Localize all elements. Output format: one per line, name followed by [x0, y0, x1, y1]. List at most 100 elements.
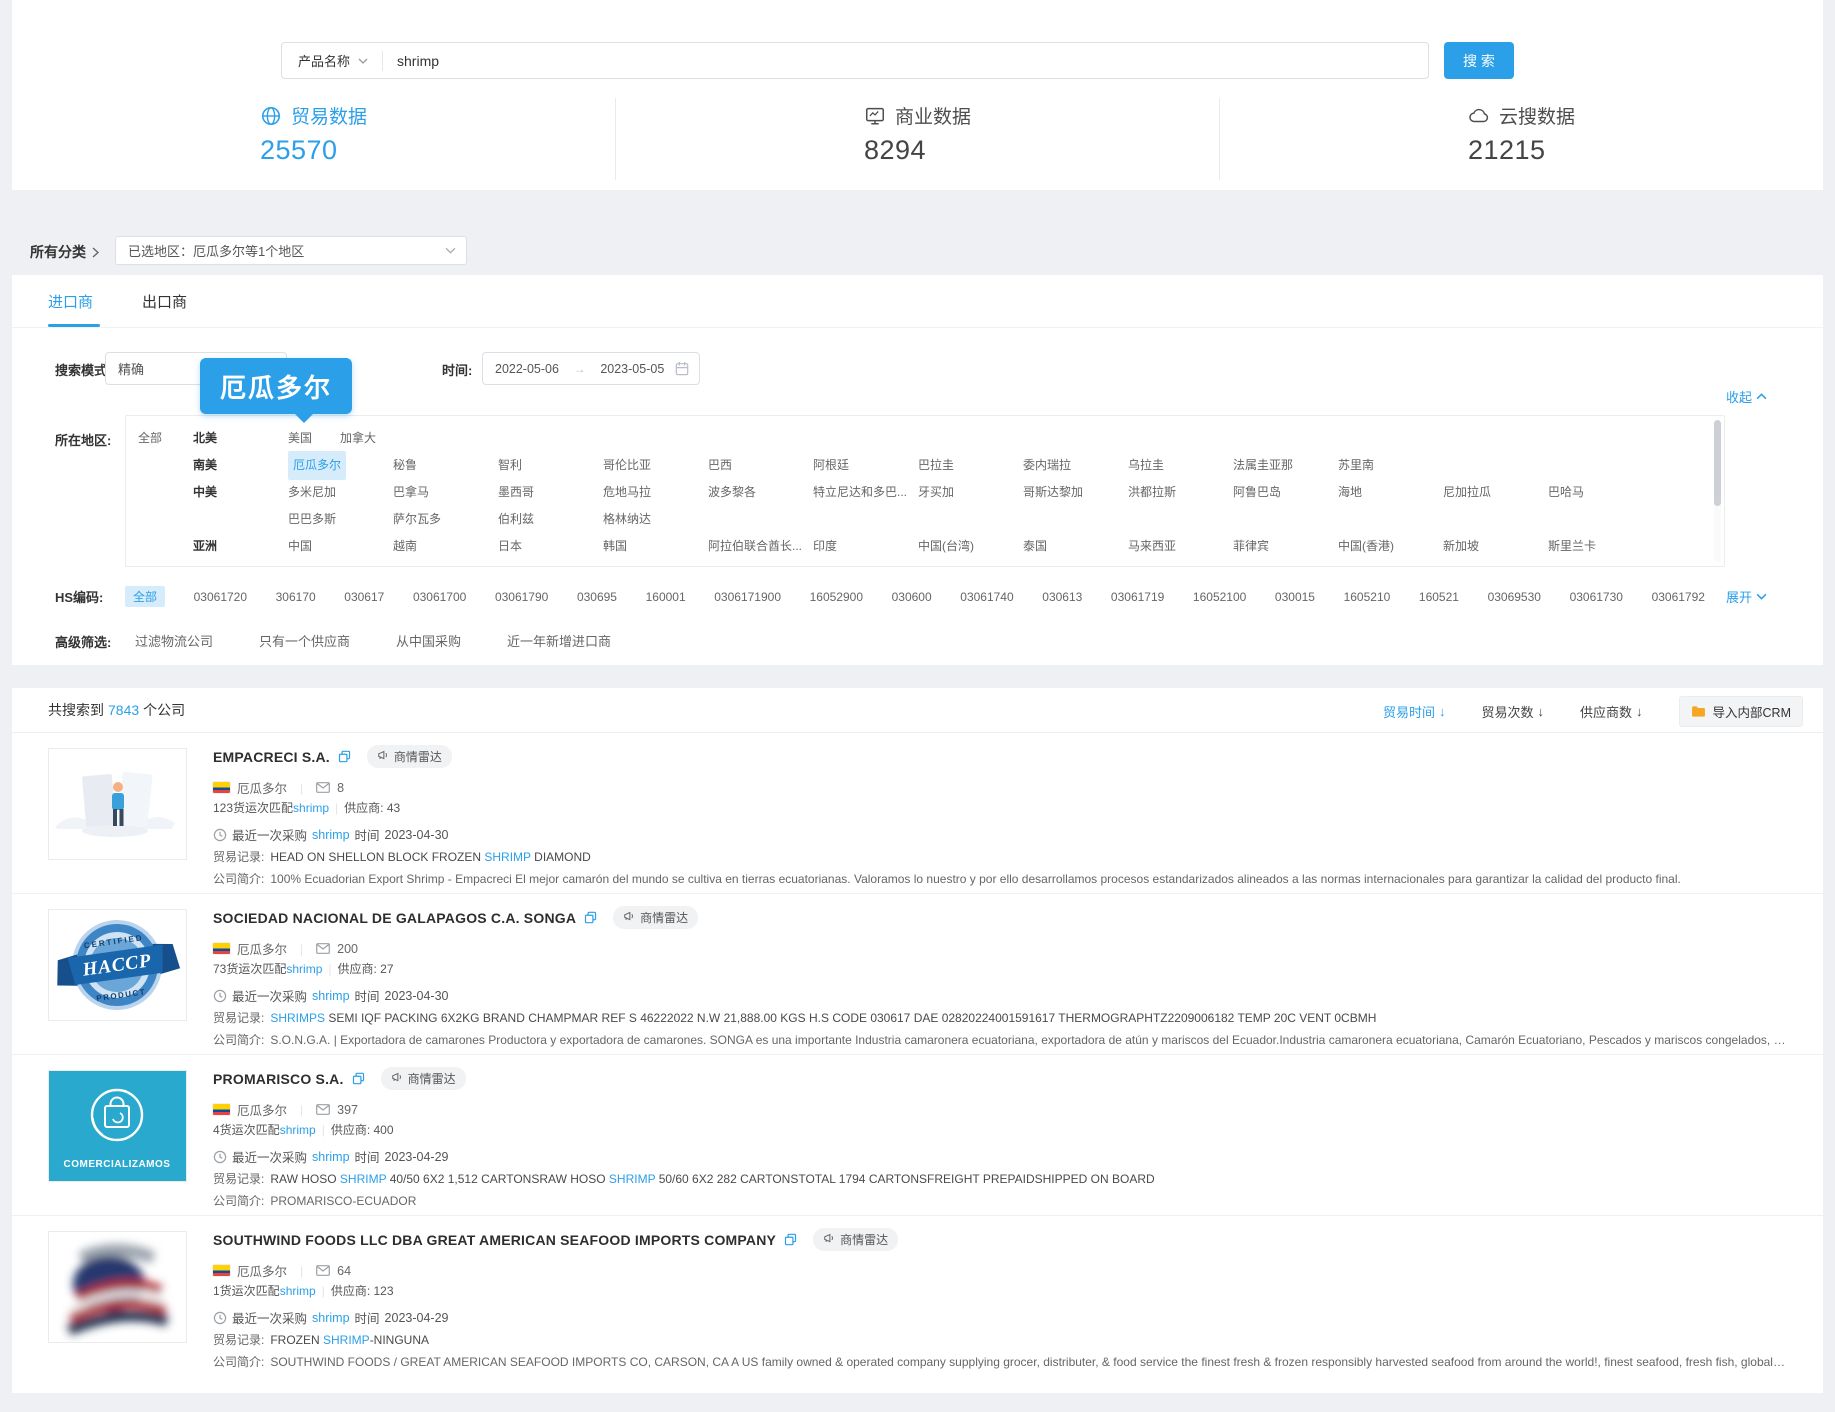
region-item[interactable]: 伯利兹: [498, 506, 534, 533]
region-item[interactable]: 巴巴多斯: [288, 506, 336, 533]
advanced-filter-option[interactable]: 近一年新增进口商: [507, 631, 611, 650]
hs-code[interactable]: 16052100: [1193, 590, 1246, 604]
region-item[interactable]: 中国(台湾): [918, 533, 974, 560]
record-keyword[interactable]: SHRIMP: [609, 1172, 655, 1186]
matched-keyword[interactable]: shrimp: [280, 1123, 316, 1137]
region-item[interactable]: 萨尔瓦多: [393, 506, 441, 533]
copy-icon[interactable]: [784, 1233, 797, 1246]
region-item[interactable]: 尼加拉瓜: [1443, 479, 1491, 506]
hs-code[interactable]: 03061720: [194, 590, 247, 604]
hs-code[interactable]: 03061719: [1111, 590, 1164, 604]
region-item[interactable]: 洪都拉斯: [1128, 479, 1176, 506]
region-item[interactable]: 乌拉圭: [1128, 452, 1164, 479]
matched-keyword[interactable]: shrimp: [286, 962, 322, 976]
region-item[interactable]: 马来西亚: [1128, 533, 1176, 560]
record-keyword[interactable]: SHRIMP: [340, 1172, 386, 1186]
search-button[interactable]: 搜 索: [1444, 42, 1514, 79]
region-item[interactable]: 秘鲁: [393, 452, 417, 479]
region-item[interactable]: 中国(香港): [1338, 533, 1394, 560]
region-item[interactable]: 巴哈马: [1548, 479, 1584, 506]
region-item[interactable]: 加拿大: [340, 425, 376, 452]
hs-code-all[interactable]: 全部: [125, 586, 165, 607]
company-name[interactable]: SOUTHWIND FOODS LLC DBA GREAT AMERICAN S…: [213, 1232, 776, 1248]
advanced-filter-option[interactable]: 过滤物流公司: [135, 631, 213, 650]
region-item-all[interactable]: 全部: [138, 425, 193, 452]
hs-code[interactable]: 03061730: [1570, 590, 1623, 604]
hs-code[interactable]: 160001: [646, 590, 686, 604]
region-item[interactable]: 波多黎各: [708, 479, 756, 506]
company-name[interactable]: EMPACRECI S.A.: [213, 749, 330, 765]
hs-code[interactable]: 030617: [344, 590, 384, 604]
hs-code[interactable]: 030613: [1042, 590, 1082, 604]
tab-trade-data[interactable]: 贸易数据 25570: [260, 98, 367, 180]
region-item[interactable]: 巴拿马: [393, 479, 429, 506]
region-item[interactable]: 墨西哥: [498, 479, 534, 506]
region-item[interactable]: 印度: [813, 533, 837, 560]
region-item[interactable]: 斯里兰卡: [1548, 533, 1596, 560]
search-category-select[interactable]: 产品名称: [282, 51, 382, 70]
record-keyword[interactable]: SHRIMP: [484, 850, 530, 864]
region-item[interactable]: 海地: [1338, 479, 1362, 506]
hs-code[interactable]: 160521: [1419, 590, 1459, 604]
recent-keyword[interactable]: shrimp: [312, 828, 350, 842]
matched-keyword[interactable]: shrimp: [293, 801, 329, 815]
region-item[interactable]: 新加坡: [1443, 533, 1479, 560]
region-item[interactable]: 美国: [288, 425, 312, 452]
copy-icon[interactable]: [584, 911, 597, 924]
hs-code[interactable]: 03069530: [1488, 590, 1541, 604]
expand-link[interactable]: 展开: [1726, 587, 1767, 606]
region-item[interactable]: 中国: [288, 533, 312, 560]
region-item[interactable]: 智利: [498, 452, 522, 479]
tab-business-data[interactable]: 商业数据 8294: [864, 98, 971, 180]
company-card[interactable]: CERTIFIEDPRODUCTHACCPSOCIEDAD NACIONAL D…: [12, 894, 1823, 1055]
hs-code[interactable]: 1605210: [1344, 590, 1391, 604]
region-item[interactable]: 牙买加: [918, 479, 954, 506]
region-item[interactable]: 哥斯达黎加: [1023, 479, 1083, 506]
date-range-picker[interactable]: 2022-05-06 → 2023-05-05: [482, 352, 700, 385]
recent-keyword[interactable]: shrimp: [312, 989, 350, 1003]
radar-badge[interactable]: 商情雷达: [813, 1228, 898, 1251]
sort-option[interactable]: 贸易时间↓: [1383, 702, 1446, 721]
region-item[interactable]: 巴拉圭: [918, 452, 954, 479]
region-item[interactable]: 巴西: [708, 452, 732, 479]
region-item[interactable]: 日本: [498, 533, 522, 560]
region-item[interactable]: 委内瑞拉: [1023, 452, 1071, 479]
hs-code[interactable]: 0306171900: [714, 590, 781, 604]
tab-cloud-data[interactable]: 云搜数据 21215: [1468, 98, 1575, 180]
company-card[interactable]: EMPACRECI S.A.商情雷达厄瓜多尔|8123货运次匹配shrimp|供…: [12, 733, 1823, 894]
tab-importers[interactable]: 进口商: [48, 291, 93, 312]
hs-code[interactable]: 030600: [892, 590, 932, 604]
hs-code[interactable]: 030695: [577, 590, 617, 604]
search-input[interactable]: [383, 53, 1428, 69]
copy-icon[interactable]: [352, 1072, 365, 1085]
region-item[interactable]: 苏里南: [1338, 452, 1374, 479]
company-card[interactable]: COMERCIALIZAMOSPROMARISCO S.A.商情雷达厄瓜多尔|3…: [12, 1055, 1823, 1216]
region-scrollbar-thumb[interactable]: [1714, 420, 1721, 506]
hs-code[interactable]: 030015: [1275, 590, 1315, 604]
region-item[interactable]: 格林纳达: [603, 506, 651, 533]
record-keyword[interactable]: SHRIMPS: [270, 1011, 325, 1025]
sort-option[interactable]: 供应商数↓: [1580, 702, 1643, 721]
advanced-filter-option[interactable]: 从中国采购: [396, 631, 461, 650]
hs-code[interactable]: 16052900: [810, 590, 863, 604]
recent-keyword[interactable]: shrimp: [312, 1150, 350, 1164]
region-item[interactable]: 越南: [393, 533, 417, 560]
tab-exporters[interactable]: 出口商: [142, 291, 187, 312]
record-keyword[interactable]: SHRIMP: [323, 1333, 370, 1347]
advanced-filter-option[interactable]: 只有一个供应商: [259, 631, 350, 650]
company-card[interactable]: SOUTHWIND FOODS LLC DBA GREAT AMERICAN S…: [12, 1216, 1823, 1376]
hs-code[interactable]: 03061740: [960, 590, 1013, 604]
radar-badge[interactable]: 商情雷达: [381, 1067, 466, 1090]
radar-badge[interactable]: 商情雷达: [613, 906, 698, 929]
collapse-link[interactable]: 收起: [1726, 387, 1767, 406]
hs-code[interactable]: 03061792: [1652, 590, 1705, 604]
all-categories-breadcrumb[interactable]: 所有分类: [30, 242, 99, 262]
region-item[interactable]: 菲律宾: [1233, 533, 1269, 560]
region-item[interactable]: 危地马拉: [603, 479, 651, 506]
hs-code[interactable]: 03061700: [413, 590, 466, 604]
region-item[interactable]: 特立尼达和多巴...: [813, 479, 907, 506]
hs-code[interactable]: 03061790: [495, 590, 548, 604]
sort-option[interactable]: 贸易次数↓: [1482, 702, 1545, 721]
region-item[interactable]: 法属圭亚那: [1233, 452, 1293, 479]
selected-region-select[interactable]: 已选地区：厄瓜多尔等1个地区: [115, 236, 467, 265]
